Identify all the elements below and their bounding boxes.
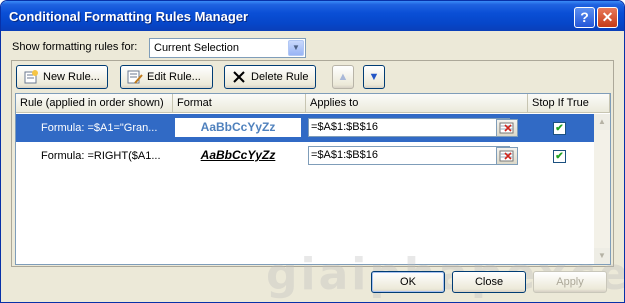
move-up-button[interactable]: ▲: [332, 65, 354, 89]
stop-if-true-checkbox[interactable]: ✔: [553, 122, 566, 135]
format-preview: AaBbCcYyZz: [175, 118, 301, 137]
filter-select[interactable]: Current Selection ▼: [149, 38, 306, 58]
delete-rule-label: Delete Rule: [251, 71, 309, 83]
rule-description: Formula: =RIGHT($A1...: [41, 150, 161, 162]
new-rule-icon: [23, 69, 39, 85]
title-bar[interactable]: Conditional Formatting Rules Manager ? ✕: [1, 1, 624, 31]
up-arrow-icon: ▲: [337, 71, 349, 83]
filter-label: Show formatting rules for:: [12, 41, 138, 53]
rules-grid: Rule (applied in order shown) Format App…: [15, 93, 611, 265]
rule-description: Formula: =$A1="Gran...: [41, 122, 158, 134]
scroll-down-icon[interactable]: ▼: [594, 248, 610, 264]
vertical-scrollbar[interactable]: ▲ ▼: [594, 114, 610, 264]
down-arrow-icon: ▼: [368, 71, 380, 83]
ok-button[interactable]: OK: [371, 271, 445, 293]
edit-rule-icon: [127, 69, 143, 85]
move-down-button[interactable]: ▼: [363, 65, 385, 89]
chevron-down-icon[interactable]: ▼: [288, 40, 304, 56]
delete-rule-button[interactable]: Delete Rule: [224, 65, 316, 89]
grid-header: Rule (applied in order shown) Format App…: [16, 94, 610, 113]
new-rule-button[interactable]: New Rule...: [16, 65, 108, 89]
column-header-stop-if-true[interactable]: Stop If True: [528, 94, 610, 113]
applies-to-input[interactable]: =$A$1:$B$16: [308, 118, 510, 137]
edit-rule-button[interactable]: Edit Rule...: [120, 65, 213, 89]
new-rule-label: New Rule...: [43, 71, 100, 83]
rule-row[interactable]: Formula: =RIGHT($A1... AaBbCcYyZz =$A$1:…: [16, 142, 594, 170]
filter-selected-value: Current Selection: [154, 42, 239, 54]
close-window-button[interactable]: ✕: [597, 7, 618, 28]
window-title: Conditional Formatting Rules Manager: [9, 9, 249, 24]
stop-if-true-checkbox[interactable]: ✔: [553, 150, 566, 163]
column-header-format[interactable]: Format: [173, 94, 306, 113]
rules-manager-dialog: Conditional Formatting Rules Manager ? ✕…: [0, 0, 625, 303]
delete-x-icon: [231, 69, 247, 85]
column-header-applies-to[interactable]: Applies to: [306, 94, 528, 113]
applies-to-input[interactable]: =$A$1:$B$16: [308, 146, 510, 165]
format-preview: AaBbCcYyZz: [175, 146, 301, 165]
range-select-icon[interactable]: [496, 147, 518, 165]
column-header-rule[interactable]: Rule (applied in order shown): [16, 94, 173, 113]
scroll-up-icon[interactable]: ▲: [594, 114, 610, 130]
apply-button[interactable]: Apply: [533, 271, 607, 293]
rule-row[interactable]: Formula: =$A1="Gran... AaBbCcYyZz =$A$1:…: [16, 114, 594, 142]
help-button[interactable]: ?: [574, 7, 595, 28]
range-select-icon[interactable]: [496, 119, 518, 137]
edit-rule-label: Edit Rule...: [147, 71, 201, 83]
close-button[interactable]: Close: [452, 271, 526, 293]
